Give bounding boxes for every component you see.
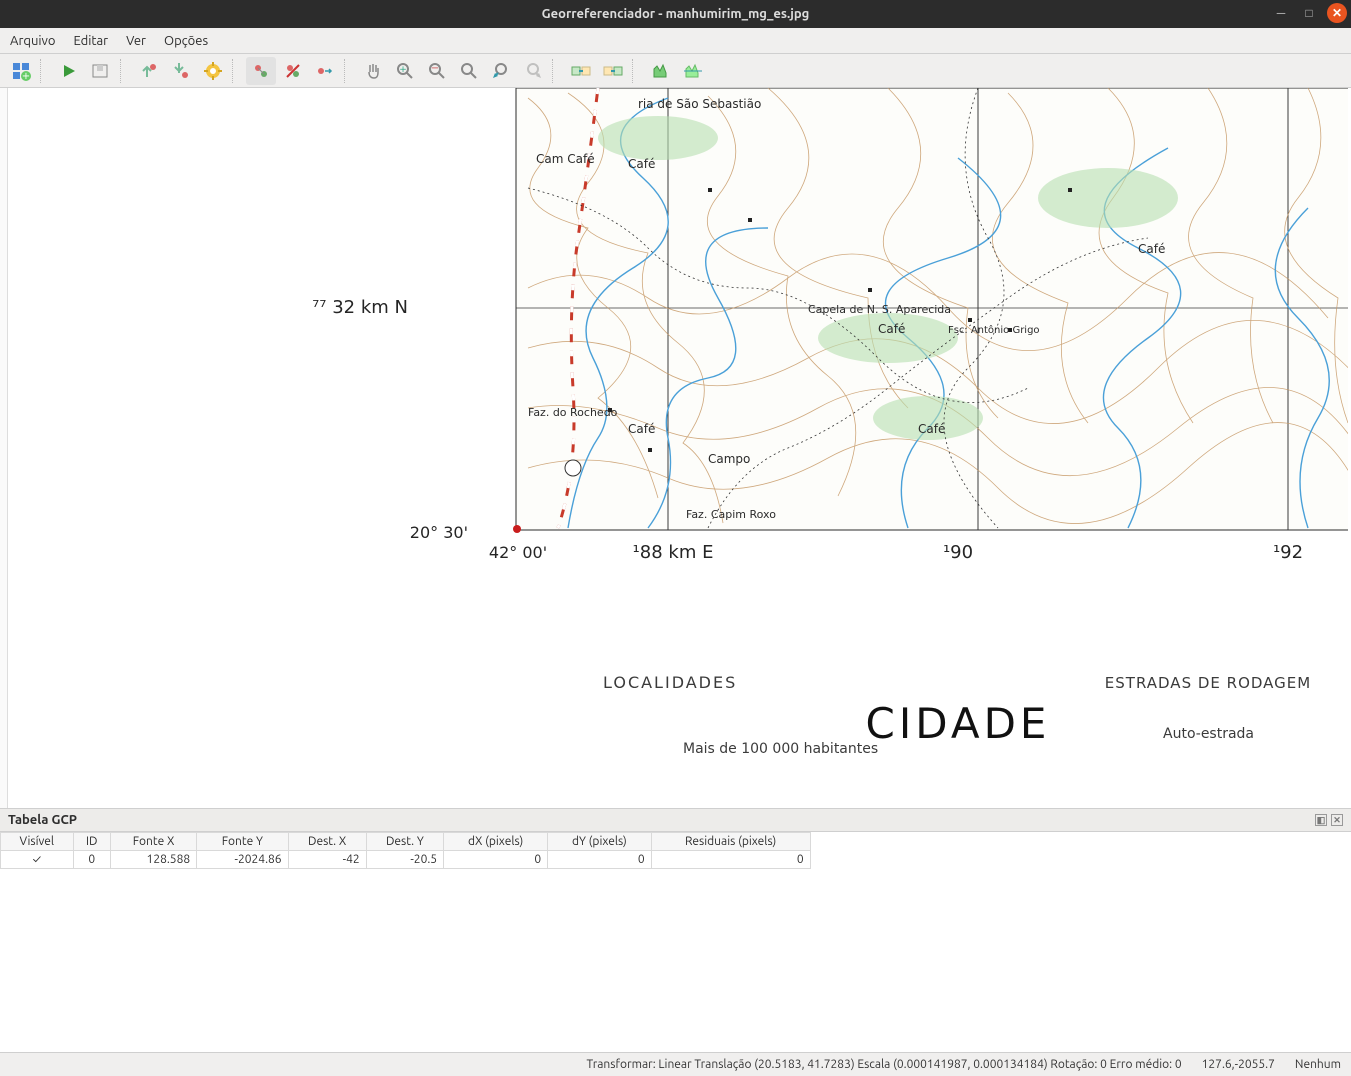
map-view[interactable]: ⁷⁷ 32 km N 20° 30' 42° 00' ¹88 km E ¹90 … [8, 88, 1351, 808]
close-icon[interactable]: ✕ [1327, 3, 1347, 23]
col-dy[interactable]: dY (pixels) [548, 833, 651, 851]
window-controls: ─ □ ✕ [1271, 3, 1347, 23]
add-point-button[interactable] [246, 57, 276, 85]
svg-text:Auto-estrada: Auto-estrada [1163, 726, 1254, 742]
col-dstx[interactable]: Dest. X [288, 833, 366, 851]
svg-text:¹90: ¹90 [943, 542, 973, 563]
status-proj: Nenhum [1295, 1058, 1341, 1071]
table-row[interactable]: ✓ 0 128.588 -2024.86 -42 -20.5 0 0 0 [1, 851, 811, 869]
cell-res: 0 [651, 851, 810, 869]
move-point-button[interactable] [310, 57, 340, 85]
menubar: Arquivo Editar Ver Opções [0, 28, 1351, 54]
save-gcp-button[interactable] [166, 57, 196, 85]
cell-srcx: 128.588 [110, 851, 196, 869]
svg-text:Capela de N. S. Aparecida: Capela de N. S. Aparecida [808, 303, 951, 316]
delete-point-button[interactable] [278, 57, 308, 85]
link-georef-button[interactable] [566, 57, 596, 85]
svg-text:+: + [22, 71, 30, 81]
zoom-next-button[interactable] [518, 57, 548, 85]
svg-text:CIDADE: CIDADE [866, 699, 1051, 748]
col-res[interactable]: Residuais (pixels) [651, 833, 810, 851]
cell-dy: 0 [548, 851, 651, 869]
settings-button[interactable] [198, 57, 228, 85]
svg-text:Café: Café [628, 157, 655, 171]
map-canvas[interactable]: ⁷⁷ 32 km N 20° 30' 42° 00' ¹88 km E ¹90 … [0, 88, 1351, 808]
menu-view[interactable]: Ver [126, 34, 146, 48]
minimize-icon[interactable]: ─ [1271, 3, 1291, 23]
zoom-last-button[interactable] [486, 57, 516, 85]
gcp-table-panel: Visível ID Fonte X Fonte Y Dest. X Dest.… [0, 832, 1351, 1052]
menu-edit[interactable]: Editar [73, 34, 108, 48]
gcp-panel-title: Tabela GCP [8, 813, 77, 827]
save-gdal-button[interactable] [86, 57, 116, 85]
zoom-layer-button[interactable] [454, 57, 484, 85]
vertical-ruler [0, 88, 8, 808]
status-transform: Transformar: Linear Translação (20.5183,… [586, 1058, 1181, 1071]
svg-text:Café: Café [1138, 242, 1165, 256]
col-visible[interactable]: Visível [1, 833, 74, 851]
col-dsty[interactable]: Dest. Y [366, 833, 443, 851]
svg-text:ESTRADAS DE RODAGEM: ESTRADAS DE RODAGEM [1105, 674, 1311, 692]
svg-text:Fsc. Antônio Grigo: Fsc. Antônio Grigo [948, 324, 1040, 336]
col-srcy[interactable]: Fonte Y [197, 833, 288, 851]
svg-text:Café: Café [878, 322, 905, 336]
histogram-stretch-button[interactable] [678, 57, 708, 85]
statusbar: Transformar: Linear Translação (20.5183,… [0, 1052, 1351, 1076]
svg-text:⁷⁷ 32 km N: ⁷⁷ 32 km N [312, 297, 408, 318]
svg-text:−: − [431, 63, 439, 74]
status-coords: 127.6,-2055.7 [1202, 1058, 1275, 1071]
undock-icon[interactable]: ◧ [1315, 814, 1327, 826]
gcp-panel-header: Tabela GCP ◧ ✕ [0, 808, 1351, 832]
menu-file[interactable]: Arquivo [10, 34, 55, 48]
map-svg: ⁷⁷ 32 km N 20° 30' 42° 00' ¹88 km E ¹90 … [8, 88, 1348, 808]
cell-dstx: -42 [288, 851, 366, 869]
cell-id: 0 [73, 851, 110, 869]
toolbar: + + − [0, 54, 1351, 88]
svg-text:Café: Café [628, 422, 655, 436]
zoom-out-button[interactable]: − [422, 57, 452, 85]
cell-visible[interactable]: ✓ [1, 851, 74, 869]
pan-button[interactable] [358, 57, 388, 85]
svg-text:ria de São Sebastião: ria de São Sebastião [638, 97, 761, 111]
col-id[interactable]: ID [73, 833, 110, 851]
svg-text:Campo: Campo [708, 452, 750, 466]
svg-text:42° 00': 42° 00' [489, 543, 547, 562]
menu-options[interactable]: Opções [164, 34, 208, 48]
open-raster-button[interactable]: + [6, 57, 36, 85]
svg-text:LOCALIDADES: LOCALIDADES [603, 673, 737, 692]
svg-text:20° 30': 20° 30' [410, 523, 468, 542]
svg-text:Café: Café [918, 422, 945, 436]
histogram-button[interactable] [646, 57, 676, 85]
cell-dx: 0 [444, 851, 548, 869]
load-gcp-button[interactable] [134, 57, 164, 85]
svg-text:+: + [399, 65, 407, 75]
col-srcx[interactable]: Fonte X [110, 833, 196, 851]
cell-dsty: -20.5 [366, 851, 443, 869]
svg-text:¹92: ¹92 [1273, 542, 1303, 563]
svg-text:Mais de 100 000 habitantes: Mais de 100 000 habitantes [683, 741, 878, 757]
svg-text:Cam Café: Cam Café [536, 152, 595, 166]
close-panel-icon[interactable]: ✕ [1331, 814, 1343, 826]
svg-text:Faz. do Rochedo: Faz. do Rochedo [528, 406, 618, 419]
maximize-icon[interactable]: □ [1299, 3, 1319, 23]
gcp-table: Visível ID Fonte X Fonte Y Dest. X Dest.… [0, 832, 811, 869]
link-canvas-button[interactable] [598, 57, 628, 85]
zoom-in-button[interactable]: + [390, 57, 420, 85]
svg-text:Faz. Capim Roxo: Faz. Capim Roxo [686, 508, 776, 521]
window-title: Georreferenciador - manhumirim_mg_es.jpg [542, 7, 810, 21]
svg-text:¹88 km E: ¹88 km E [633, 542, 714, 563]
col-dx[interactable]: dX (pixels) [444, 833, 548, 851]
start-georef-button[interactable] [54, 57, 84, 85]
cell-srcy: -2024.86 [197, 851, 288, 869]
gcp-point-0 [513, 525, 521, 533]
titlebar: Georreferenciador - manhumirim_mg_es.jpg… [0, 0, 1351, 28]
